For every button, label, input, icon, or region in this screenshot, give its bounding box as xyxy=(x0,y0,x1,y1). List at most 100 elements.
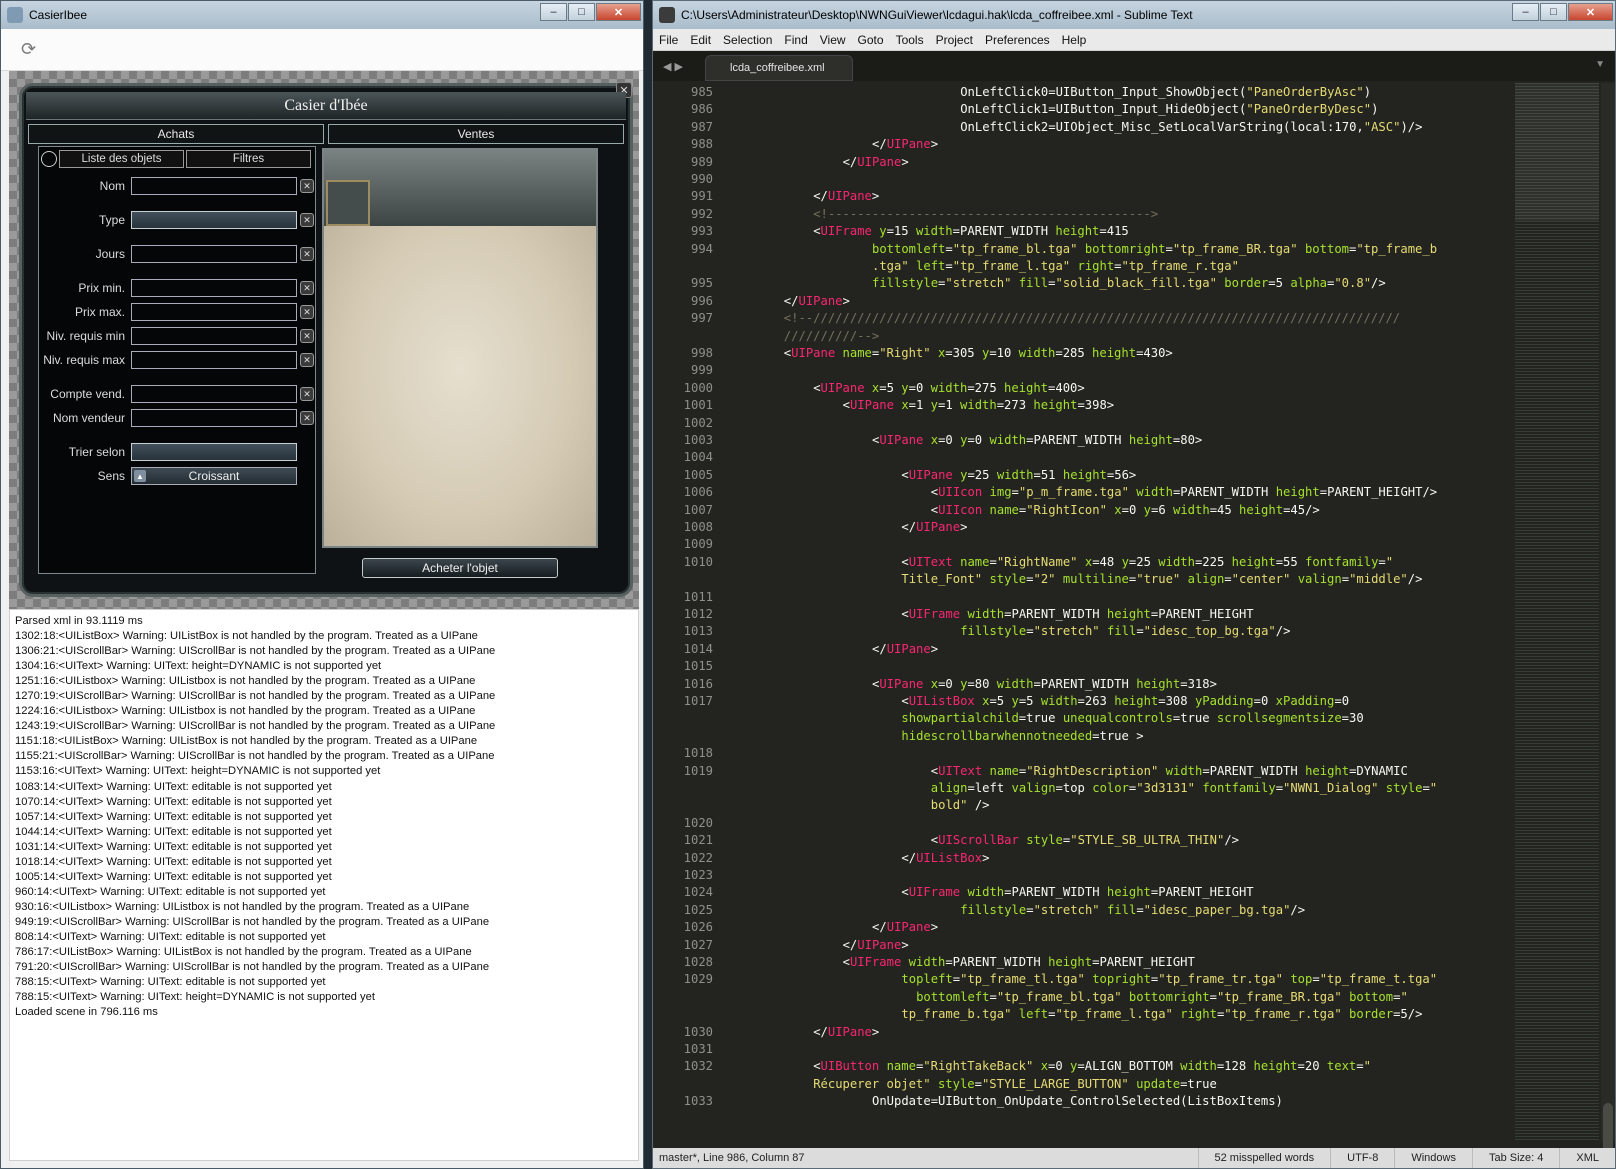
clear-icon[interactable]: ✕ xyxy=(300,353,314,367)
log-line: 791:20:<UIScrollBar> Warning: UIScrollBa… xyxy=(15,961,490,974)
maximize-button[interactable]: □ xyxy=(1540,3,1567,21)
file-tab[interactable]: lcda_coffreibee.xml xyxy=(705,55,853,81)
code-token: tp_frame_b.tga" xyxy=(901,1007,1012,1022)
clear-icon[interactable]: ✕ xyxy=(300,213,314,227)
reload-icon[interactable] xyxy=(41,151,57,167)
buy-button[interactable]: Acheter l'objet xyxy=(362,558,558,578)
code-token: /> xyxy=(1290,902,1306,917)
code-token: UIFrame xyxy=(908,607,961,621)
file-tab-label: lcda_coffreibee.xml xyxy=(730,62,825,74)
code-token: UIPane xyxy=(857,154,902,169)
field-label: Nom xyxy=(99,179,125,193)
type-select[interactable] xyxy=(131,211,297,229)
code-token: "stretch" xyxy=(1033,902,1100,917)
niv-max-input[interactable] xyxy=(131,351,297,369)
nom-input[interactable] xyxy=(131,177,297,195)
code-token: UIButton xyxy=(820,1059,880,1074)
menu-tools[interactable]: Tools xyxy=(896,33,924,47)
tab-achats[interactable]: Achats xyxy=(28,124,324,144)
close-button[interactable]: ✕ xyxy=(1568,3,1613,21)
code-token: > xyxy=(960,520,968,534)
code-token: y xyxy=(1121,554,1129,569)
status-tab-size[interactable]: Tab Size: 4 xyxy=(1471,1148,1559,1168)
clear-icon[interactable]: ✕ xyxy=(300,247,314,261)
ui-tabs: Achats Ventes xyxy=(26,124,626,144)
code-line: showpartialchild=true unequalcontrols=tr… xyxy=(901,711,1363,725)
code-line: <UIFrame width=PARENT_WIDTH height=PAREN… xyxy=(843,955,1195,969)
minimap[interactable] xyxy=(1515,83,1599,1141)
status-line-endings[interactable]: Windows xyxy=(1394,1148,1472,1168)
code-token: = xyxy=(1312,972,1320,987)
code-token: =128 xyxy=(1216,1059,1254,1074)
code-token: =6 xyxy=(1150,502,1173,517)
code-token: width xyxy=(915,224,953,239)
clear-icon[interactable]: ✕ xyxy=(300,305,314,319)
code-token: =80> xyxy=(1172,433,1203,447)
code-token: width xyxy=(1158,554,1195,569)
code-token: =PARENT_WIDTH xyxy=(945,955,1049,969)
close-button[interactable]: ✕ xyxy=(596,3,641,21)
field-row-sens: Sens ▲ Croissant xyxy=(39,465,317,487)
code-token: </ xyxy=(872,641,887,656)
vendeur-input[interactable] xyxy=(131,409,297,427)
compte-input[interactable] xyxy=(131,385,297,403)
vertical-scrollbar[interactable] xyxy=(1601,83,1615,1168)
tab-filtres[interactable]: Filtres xyxy=(186,150,311,168)
refresh-icon[interactable]: ⟳ xyxy=(21,39,36,60)
code-line: <UIPane x=0 y=0 width=PARENT_WIDTH heigh… xyxy=(872,433,1202,447)
minimap-viewport[interactable] xyxy=(1515,83,1599,221)
line-number: 1024 xyxy=(683,885,713,900)
clear-icon[interactable]: ✕ xyxy=(300,179,314,193)
code-token: < xyxy=(901,885,909,900)
minimize-button[interactable]: – xyxy=(1512,3,1539,21)
menu-preferences[interactable]: Preferences xyxy=(985,33,1050,47)
menu-view[interactable]: View xyxy=(820,33,846,47)
code-line: </UIPane> xyxy=(872,137,938,151)
menu-selection[interactable]: Selection xyxy=(723,33,772,47)
status-syntax[interactable]: XML xyxy=(1559,1148,1615,1168)
prix-max-input[interactable] xyxy=(131,303,297,321)
code-token: UIPane xyxy=(798,293,843,308)
sens-toggle[interactable]: ▲ Croissant xyxy=(131,467,297,485)
menu-find[interactable]: Find xyxy=(784,33,807,47)
niv-min-input[interactable] xyxy=(131,327,297,345)
trier-select[interactable] xyxy=(131,443,297,461)
sens-value: Croissant xyxy=(188,469,240,483)
menu-edit[interactable]: Edit xyxy=(690,33,711,47)
code-token: "2" xyxy=(1033,572,1056,587)
clear-icon[interactable]: ✕ xyxy=(300,387,314,401)
code-line: Title_Font" style = "2" multiline = "true" a… xyxy=(901,572,1422,586)
status-encoding[interactable]: UTF-8 xyxy=(1330,1148,1394,1168)
code-token: </ xyxy=(901,520,917,534)
clear-icon[interactable]: ✕ xyxy=(300,281,314,295)
code-line: OnLeftClick0=UIButton_Input_ShowObject("… xyxy=(960,85,1371,99)
tab-nav-arrows[interactable]: ◀ ▶ xyxy=(653,60,705,73)
clear-icon[interactable]: ✕ xyxy=(300,329,314,343)
editor-titlebar[interactable]: C:\Users\Administrateur\Desktop\NWNGuiVi… xyxy=(653,1,1615,29)
line-number: 1012 xyxy=(683,607,713,621)
code-token: img xyxy=(989,485,1012,500)
tab-liste-des-objets[interactable]: Liste des objets xyxy=(59,150,184,168)
log-output[interactable]: Parsed xml in 93.1119 ms 1302:18:<UIListB… xyxy=(9,609,639,1161)
code-token: =318> xyxy=(1180,676,1217,691)
maximize-button[interactable]: □ xyxy=(568,3,595,21)
status-spelling[interactable]: 52 misspelled words xyxy=(1197,1148,1331,1168)
line-number: 994 xyxy=(690,241,713,256)
menu-goto[interactable]: Goto xyxy=(858,33,884,47)
clear-icon[interactable]: ✕ xyxy=(300,411,314,425)
code-area[interactable]: 985 OnLeftClick0=UIButton_Input_ShowObjec… xyxy=(653,83,1501,1141)
menu-project[interactable]: Project xyxy=(936,33,973,47)
tab-dropdown-icon[interactable]: ▼ xyxy=(1595,59,1605,70)
code-token: left xyxy=(1018,1007,1049,1022)
log-line: 788:15:<UIText> Warning: UIText: height=… xyxy=(15,991,375,1004)
menu-help[interactable]: Help xyxy=(1062,33,1087,47)
code-token: height xyxy=(1055,224,1100,239)
prix-min-input[interactable] xyxy=(131,279,297,297)
minimize-button[interactable]: – xyxy=(540,3,567,21)
tab-ventes[interactable]: Ventes xyxy=(328,124,624,144)
menu-file[interactable]: File xyxy=(659,33,678,47)
line-number: 1003 xyxy=(683,433,713,447)
jours-input[interactable] xyxy=(131,245,297,263)
